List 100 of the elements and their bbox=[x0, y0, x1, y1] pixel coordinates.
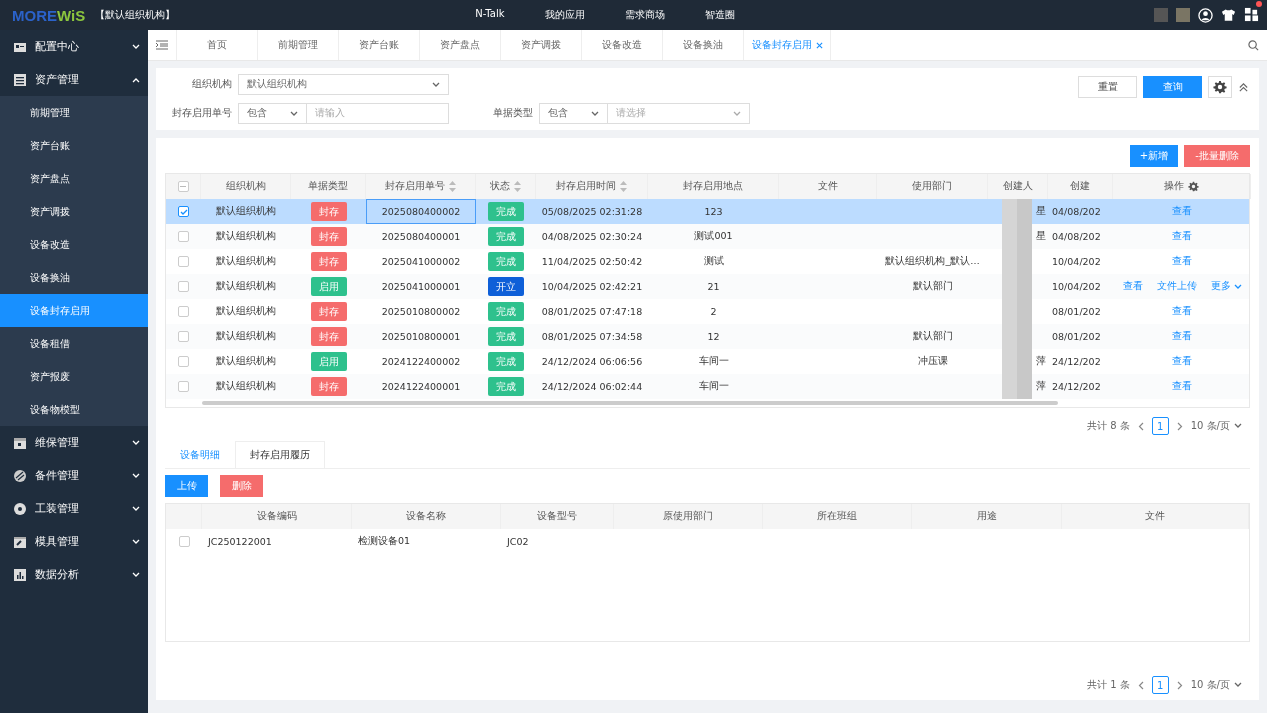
row-checkbox[interactable] bbox=[178, 331, 189, 342]
nav-link[interactable]: 需求商场 bbox=[624, 8, 665, 22]
page-tab[interactable]: 设备换油 bbox=[663, 30, 744, 60]
sidebar-item[interactable]: 设备物模型 bbox=[0, 393, 148, 426]
settings-icon[interactable] bbox=[1188, 181, 1199, 192]
table-cell: 萍 bbox=[1036, 355, 1046, 368]
action-link[interactable]: 查看 bbox=[1172, 255, 1192, 268]
nav-link[interactable]: N-Talk bbox=[475, 8, 505, 22]
row-checkbox[interactable] bbox=[178, 206, 189, 217]
sort-icon[interactable] bbox=[449, 181, 456, 192]
operator-select[interactable]: 包含 bbox=[238, 103, 307, 124]
row-checkbox[interactable] bbox=[178, 281, 189, 292]
chevron-down-icon bbox=[290, 110, 298, 117]
sidebar-item[interactable]: 设备换油 bbox=[0, 261, 148, 294]
table-cell: 2025080400002 bbox=[366, 199, 476, 224]
page-tab[interactable]: 资产台账 bbox=[339, 30, 420, 60]
sidebar-group[interactable]: 配置中心 bbox=[0, 30, 148, 63]
status-tag: 完成 bbox=[488, 377, 524, 396]
sidebar-group[interactable]: 资产管理 bbox=[0, 63, 148, 96]
user-icon[interactable] bbox=[1198, 7, 1213, 23]
column-header: 设备型号 bbox=[501, 504, 614, 529]
type-tag: 封存 bbox=[310, 202, 347, 221]
table-cell-text: 2 bbox=[709, 305, 718, 319]
page-size-select[interactable]: 10 条/页 bbox=[1190, 678, 1242, 692]
row-checkbox[interactable] bbox=[178, 381, 189, 392]
scrollbar-thumb[interactable] bbox=[202, 401, 1058, 405]
page-tab[interactable]: 前期管理 bbox=[258, 30, 339, 60]
total-count: 共计 8 条 bbox=[1087, 419, 1130, 433]
sidebar-group[interactable]: 模具管理 bbox=[0, 525, 148, 558]
page-tab[interactable]: 首页 bbox=[177, 30, 258, 60]
search-icon[interactable] bbox=[1248, 39, 1259, 51]
table-cell-text: 08/01/2025 07:47:18 bbox=[540, 305, 644, 319]
sidebar-item[interactable]: 资产台账 bbox=[0, 129, 148, 162]
redacted-patch bbox=[1002, 374, 1032, 399]
sidebar-item[interactable]: 设备改造 bbox=[0, 228, 148, 261]
sidebar-item[interactable]: 资产调拨 bbox=[0, 195, 148, 228]
page-tab[interactable]: 资产盘点 bbox=[420, 30, 501, 60]
table-cell-text: 2025010800001 bbox=[380, 330, 462, 344]
row-checkbox[interactable] bbox=[178, 256, 189, 267]
action-link[interactable]: 查看 bbox=[1172, 305, 1192, 318]
page-size-select[interactable]: 10 条/页 bbox=[1190, 419, 1242, 433]
table-cell-text: 默认组织机构 bbox=[215, 229, 277, 243]
field-label: 封存启用单号 bbox=[171, 107, 233, 120]
column-header: 设备名称 bbox=[352, 504, 501, 529]
action-link[interactable]: 查看 bbox=[1172, 330, 1192, 343]
page-number[interactable]: 1 bbox=[1151, 676, 1169, 694]
operator-select[interactable]: 包含 bbox=[539, 103, 608, 124]
table-cell-text: 10/04/202 bbox=[1051, 280, 1102, 294]
menu-icon[interactable] bbox=[156, 40, 168, 50]
page-tab[interactable]: 设备改造 bbox=[582, 30, 663, 60]
settings-icon[interactable] bbox=[1213, 80, 1227, 94]
action-link[interactable]: 文件上传 bbox=[1156, 280, 1197, 293]
field-label: 组织机构 bbox=[191, 78, 233, 91]
collapse-icon[interactable] bbox=[1238, 81, 1249, 93]
row-checkbox[interactable] bbox=[178, 356, 189, 367]
chevron-right-icon[interactable] bbox=[1176, 421, 1183, 431]
detail-tab[interactable]: 封存启用履历 bbox=[235, 441, 325, 468]
shirt-icon[interactable] bbox=[1221, 8, 1236, 22]
chevron-right-icon[interactable] bbox=[1176, 680, 1183, 690]
action-link[interactable]: 查看 bbox=[1172, 355, 1192, 368]
type-tag: 封存 bbox=[310, 252, 347, 271]
sort-icon[interactable] bbox=[514, 181, 521, 192]
action-link[interactable]: 查看 bbox=[1122, 280, 1143, 293]
sidebar-group[interactable]: 维保管理 bbox=[0, 426, 148, 459]
page-number[interactable]: 1 bbox=[1151, 417, 1169, 435]
sidebar-item[interactable]: 资产盘点 bbox=[0, 162, 148, 195]
toolbox-icon bbox=[13, 534, 27, 549]
sort-icon[interactable] bbox=[620, 181, 627, 192]
column-header: 原使用部门 bbox=[614, 504, 763, 529]
redacted-patch bbox=[1176, 8, 1190, 22]
settings-button[interactable] bbox=[1208, 76, 1232, 98]
detail-tab[interactable]: 设备明细 bbox=[165, 441, 235, 468]
org-name: 【默认组织机构】 bbox=[95, 8, 176, 22]
select-all-checkbox[interactable] bbox=[177, 181, 189, 192]
action-link[interactable]: 查看 bbox=[1172, 380, 1192, 393]
sidebar-item[interactable]: 资产报废 bbox=[0, 360, 148, 393]
row-checkbox[interactable] bbox=[178, 306, 189, 317]
page-tab[interactable]: 设备封存启用 bbox=[744, 30, 831, 60]
chevron-down-icon bbox=[591, 110, 599, 117]
chevron-left-icon[interactable] bbox=[1137, 421, 1144, 431]
sidebar-group[interactable]: 工装管理 bbox=[0, 492, 148, 525]
sidebar-group[interactable]: 备件管理 bbox=[0, 459, 148, 492]
sidebar-item[interactable]: 前期管理 bbox=[0, 96, 148, 129]
row-checkbox[interactable] bbox=[178, 231, 189, 242]
action-link[interactable]: 更多 bbox=[1210, 280, 1242, 293]
row-checkbox[interactable] bbox=[178, 536, 190, 547]
nav-link[interactable]: 我的应用 bbox=[544, 8, 585, 22]
table-cell-text: 2024122400001 bbox=[380, 380, 462, 394]
sidebar-group[interactable]: 数据分析 bbox=[0, 558, 148, 591]
chevron-left-icon[interactable] bbox=[1137, 680, 1144, 690]
sidebar-item[interactable]: 设备租借 bbox=[0, 327, 148, 360]
chevron-down-icon bbox=[432, 81, 440, 88]
reset-button[interactable]: 重置 bbox=[1078, 76, 1137, 98]
total-count: 共计 1 条 bbox=[1087, 678, 1130, 692]
page-tab[interactable]: 资产调拨 bbox=[501, 30, 582, 60]
org-select[interactable]: 默认组织机构 bbox=[238, 74, 449, 95]
apps-icon[interactable] bbox=[1244, 6, 1259, 22]
close-icon[interactable] bbox=[815, 41, 823, 49]
nav-link[interactable]: 智造圈 bbox=[704, 8, 735, 22]
action-link[interactable]: 查看 bbox=[1172, 230, 1192, 243]
